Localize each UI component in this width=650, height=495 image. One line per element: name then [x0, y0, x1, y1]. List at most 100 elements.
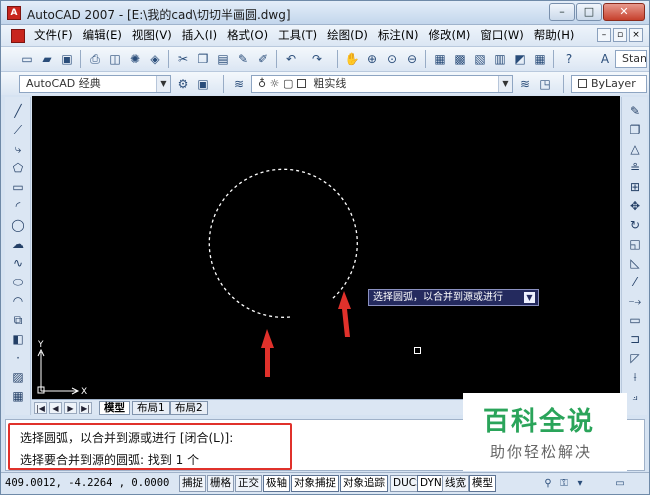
stretch-icon[interactable]: ◺ — [627, 255, 643, 271]
undo-icon[interactable]: ↶ — [283, 51, 299, 67]
osnap-toggle[interactable]: 对象捕捉 — [291, 475, 339, 492]
text-style-icon[interactable]: A — [597, 51, 613, 67]
tool-palettes-icon[interactable]: ▧ — [472, 51, 488, 67]
match-properties-icon[interactable]: ✎ — [235, 51, 251, 67]
make-block-icon[interactable]: ◧ — [10, 331, 26, 347]
drawing-canvas[interactable]: Y X 选择圆弧，以合并到源或进行 ▼ — [32, 96, 620, 399]
copy-object-icon[interactable]: ❐ — [627, 122, 643, 138]
gradient-icon[interactable]: ▦ — [10, 388, 26, 404]
erase-icon[interactable]: ✎ — [627, 103, 643, 119]
plot-preview-icon[interactable]: ◫ — [107, 51, 123, 67]
layer-combo[interactable]: ♁ ☼ ▢ 粗实线 ▼ — [251, 75, 513, 93]
ellipse-arc-icon[interactable]: ◠ — [10, 293, 26, 309]
dyn-toggle[interactable]: DYN — [417, 475, 445, 492]
properties-icon[interactable]: ▦ — [432, 51, 448, 67]
workspace-save-icon[interactable]: ▣ — [195, 76, 211, 92]
copy-icon[interactable]: ❐ — [195, 51, 211, 67]
save-icon[interactable]: ▣ — [59, 51, 75, 67]
tab-layout1[interactable]: 布局1 — [132, 401, 170, 415]
open-file-icon[interactable]: ▰ — [39, 51, 55, 67]
offset-icon[interactable]: ≗ — [627, 160, 643, 176]
help-icon[interactable]: ? — [561, 51, 577, 67]
arc-icon[interactable]: ◜ — [10, 198, 26, 214]
circle-icon[interactable]: ◯ — [10, 217, 26, 233]
dropdown-arrow-icon[interactable]: ▼ — [524, 292, 535, 303]
menu-draw[interactable]: 绘图(D) — [322, 25, 373, 46]
scale-icon[interactable]: ◱ — [627, 236, 643, 252]
design-center-icon[interactable]: ▩ — [452, 51, 468, 67]
spline-icon[interactable]: ∿ — [10, 255, 26, 271]
layer-manager-icon[interactable]: ≋ — [231, 76, 247, 92]
paste-icon[interactable]: ▤ — [215, 51, 231, 67]
revision-cloud-icon[interactable]: ☁ — [10, 236, 26, 252]
communication-icon[interactable]: ⚲ — [541, 477, 555, 491]
menu-help[interactable]: 帮助(H) — [529, 25, 580, 46]
array-icon[interactable]: ⊞ — [627, 179, 643, 195]
next-tab-icon[interactable]: ▶ — [64, 402, 77, 414]
line-icon[interactable]: ╱ — [10, 103, 26, 119]
text-style-combo[interactable]: Stand — [615, 50, 647, 68]
point-icon[interactable]: · — [10, 350, 26, 366]
model-toggle[interactable]: 模型 — [469, 475, 496, 492]
calculator-icon[interactable]: ▦ — [532, 51, 548, 67]
maximize-button[interactable]: □ — [576, 3, 602, 21]
menu-format[interactable]: 格式(O) — [222, 25, 273, 46]
tab-model[interactable]: 模型 — [99, 401, 130, 415]
menu-insert[interactable]: 插入(I) — [177, 25, 222, 46]
lock-icon[interactable]: ⚿ — [557, 477, 571, 491]
join-icon[interactable]: ⊐ — [627, 331, 643, 347]
polygon-icon[interactable]: ⬠ — [10, 160, 26, 176]
menu-view[interactable]: 视图(V) — [127, 25, 177, 46]
clean-screen-icon[interactable]: ▭ — [613, 477, 627, 491]
ellipse-icon[interactable]: ⬭ — [10, 274, 26, 290]
workspace-combo[interactable]: AutoCAD 经典 ▼ — [19, 75, 171, 93]
chamfer-icon[interactable]: ◸ — [627, 350, 643, 366]
tab-layout2[interactable]: 布局2 — [170, 401, 208, 415]
print-icon[interactable]: ⎙ — [87, 51, 103, 67]
extend-icon[interactable]: ⤍ — [627, 293, 643, 309]
trim-icon[interactable]: ⁄ — [627, 274, 643, 290]
rectangle-icon[interactable]: ▭ — [10, 179, 26, 195]
document-icon[interactable] — [11, 28, 25, 43]
color-combo[interactable]: ByLayer — [571, 75, 647, 93]
ortho-toggle[interactable]: 正交 — [235, 475, 262, 492]
otrack-toggle[interactable]: 对象追踪 — [340, 475, 388, 492]
snap-toggle[interactable]: 捕捉 — [179, 475, 206, 492]
minimize-button[interactable]: – — [549, 3, 575, 21]
coordinate-readout[interactable]: 409.0012, -4.2264 , 0.0000 — [5, 477, 169, 489]
menu-modify[interactable]: 修改(M) — [424, 25, 476, 46]
doc-close-button[interactable]: × — [629, 28, 643, 42]
publish-icon[interactable]: ✺ — [127, 51, 143, 67]
fillet-icon[interactable]: ⟊ — [627, 369, 643, 385]
grid-toggle[interactable]: 栅格 — [207, 475, 234, 492]
mirror-icon[interactable]: △ — [627, 141, 643, 157]
menu-file[interactable]: 文件(F) — [29, 25, 78, 46]
menu-dimension[interactable]: 标注(N) — [373, 25, 424, 46]
lineweight-toggle[interactable]: 线宽 — [442, 475, 469, 492]
make-current-layer-icon[interactable]: ≋ — [517, 76, 533, 92]
new-file-icon[interactable]: ▭ — [19, 51, 35, 67]
first-tab-icon[interactable]: |◀ — [34, 402, 47, 414]
doc-restore-button[interactable]: ▫ — [613, 28, 627, 42]
block-editor-icon[interactable]: ✐ — [255, 51, 271, 67]
last-tab-icon[interactable]: ▶| — [79, 402, 92, 414]
cut-icon[interactable]: ✂ — [175, 51, 191, 67]
tray-settings-icon[interactable]: ▾ — [573, 477, 587, 491]
hatch-icon[interactable]: ▨ — [10, 369, 26, 385]
move-icon[interactable]: ✥ — [627, 198, 643, 214]
insert-block-icon[interactable]: ⧉ — [10, 312, 26, 328]
layer-previous-icon[interactable]: ◳ — [537, 76, 553, 92]
rotate-icon[interactable]: ↻ — [627, 217, 643, 233]
menu-edit[interactable]: 编辑(E) — [78, 25, 127, 46]
construction-line-icon[interactable]: ⟋ — [10, 122, 26, 138]
zoom-realtime-icon[interactable]: ⊕ — [364, 51, 380, 67]
menu-tools[interactable]: 工具(T) — [273, 25, 322, 46]
polar-toggle[interactable]: 极轴 — [263, 475, 290, 492]
zoom-window-icon[interactable]: ⊙ — [384, 51, 400, 67]
menu-window[interactable]: 窗口(W) — [475, 25, 528, 46]
workspace-settings-icon[interactable]: ⚙ — [175, 76, 191, 92]
etransmit-icon[interactable]: ◈ — [147, 51, 163, 67]
close-button[interactable]: ✕ — [603, 3, 645, 21]
pan-icon[interactable]: ✋ — [344, 51, 360, 67]
markup-icon[interactable]: ◩ — [512, 51, 528, 67]
